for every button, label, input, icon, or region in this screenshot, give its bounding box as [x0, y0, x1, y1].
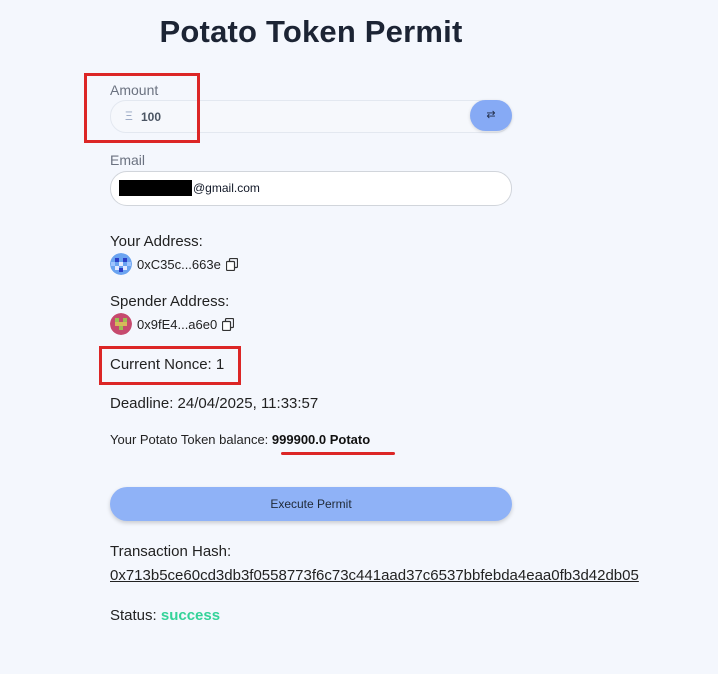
amount-label: Amount: [110, 82, 159, 98]
email-field[interactable]: @gmail.com: [110, 171, 512, 206]
token-balance: Your Potato Token balance: 999900.0 Pota…: [110, 432, 370, 447]
status-label: Status:: [110, 607, 161, 624]
email-label: Email: [110, 152, 146, 168]
redaction-block: [119, 180, 192, 196]
amount-value: 100: [141, 110, 162, 124]
eth-icon: Ξ: [125, 109, 133, 123]
current-nonce: Current Nonce: 1: [110, 356, 225, 373]
your-address-heading: Your Address:: [110, 233, 203, 250]
amount-input[interactable]: Ξ 100: [110, 100, 512, 133]
spender-address-value: 0x9fE4...a6e0: [137, 316, 218, 332]
status-value: success: [160, 607, 221, 624]
execute-permit-button[interactable]: Execute Permit: [110, 487, 512, 521]
copy-icon[interactable]: [225, 257, 238, 271]
your-address-value: 0xC35c...663e: [137, 256, 221, 272]
balance-underline-annotation: [281, 452, 395, 455]
swap-icon: ⇄: [486, 109, 496, 121]
deadline: Deadline: 24/04/2025, 11:33:57: [110, 395, 319, 412]
spender-address-heading: Spender Address:: [110, 293, 230, 310]
transaction-hash-heading: Transaction Hash:: [110, 543, 232, 560]
your-address-row: 0xC35c...663e: [110, 253, 238, 275]
spender-address-row: 0x9fE4...a6e0: [110, 313, 235, 335]
page-title: Potato Token Permit: [159, 14, 463, 49]
avatar: [110, 253, 132, 275]
transaction-hash-link[interactable]: 0x713b5ce60cd3db3f0558773f6c73c441aad37c…: [110, 567, 639, 584]
avatar: [110, 313, 132, 335]
amount-row: Ξ 100 ⇄: [110, 100, 512, 133]
status: Status: success: [110, 607, 220, 624]
copy-icon[interactable]: [222, 317, 235, 331]
balance-label: Your Potato Token balance:: [110, 432, 272, 447]
email-value: @gmail.com: [193, 181, 260, 195]
swap-button[interactable]: ⇄: [470, 100, 512, 131]
balance-amount: 999900.0 Potato: [271, 432, 371, 447]
